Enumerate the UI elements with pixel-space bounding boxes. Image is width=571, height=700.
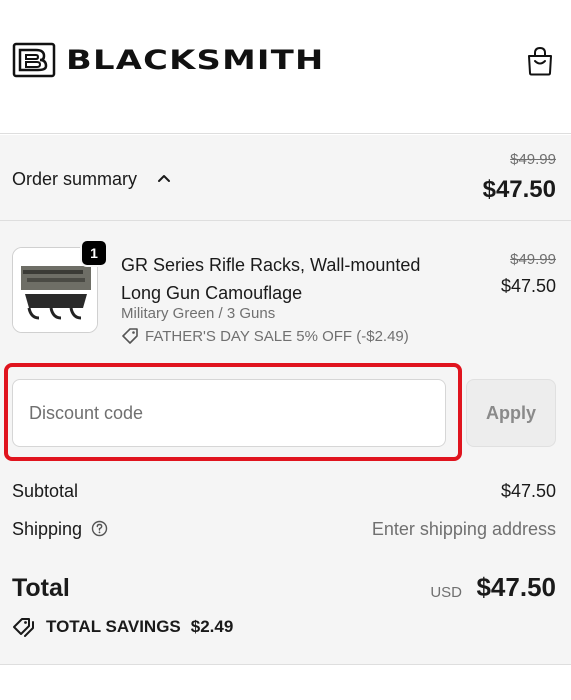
product-compare-at-price: $49.99 — [510, 251, 556, 268]
apply-discount-button[interactable]: Apply — [466, 379, 556, 447]
tags-icon — [13, 618, 34, 637]
brand-wordmark: BLACKSMITH — [66, 44, 325, 76]
product-variant: Military Green / 3 Guns — [121, 305, 276, 322]
order-summary-panel: Order summary $49.99 $47.50 1 GR Series … — [0, 135, 571, 665]
product-title: GR Series Rifle Racks, Wall-mounted Long… — [121, 255, 421, 303]
chevron-up-icon — [158, 175, 170, 182]
product-discount-label: FATHER'S DAY SALE 5% OFF (-$2.49) — [145, 327, 409, 345]
subtotal-value: $47.50 — [500, 481, 556, 501]
shipping-value: Enter shipping address — [371, 519, 556, 539]
product-price: $47.50 — [500, 276, 556, 296]
total-savings-amount: $2.49 — [190, 617, 234, 636]
discount-code-input[interactable] — [12, 379, 446, 447]
brand-logo[interactable]: BLACKSMITH — [12, 42, 323, 78]
site-header: BLACKSMITH — [0, 0, 571, 134]
order-summary-toggle[interactable]: Order summary $49.99 $47.50 — [0, 135, 571, 221]
total-label: Total — [12, 574, 70, 602]
summary-total-price: $47.50 — [482, 176, 556, 203]
order-summary-label: Order summary — [12, 169, 138, 189]
summary-compare-at-price: $49.99 — [510, 151, 556, 168]
total-savings: TOTAL SAVINGS $2.49 — [12, 617, 233, 637]
total-currency: USD — [430, 584, 462, 601]
shipping-row: Shipping Enter shipping address — [12, 519, 556, 540]
shopping-bag-icon[interactable] — [526, 46, 554, 76]
help-circle-icon[interactable] — [91, 520, 108, 537]
total-amount: $47.50 — [476, 572, 556, 602]
subtotal-row: Subtotal $47.50 — [12, 481, 556, 502]
bd-monogram-icon — [12, 42, 56, 78]
quantity-badge: 1 — [80, 239, 108, 267]
product-discount: FATHER'S DAY SALE 5% OFF (-$2.49) — [121, 327, 409, 345]
tag-icon — [122, 328, 138, 344]
total-row: Total USD $47.50 — [12, 572, 556, 606]
shipping-label: Shipping — [12, 519, 83, 539]
line-item: 1 GR Series Rifle Racks, Wall-mounted Lo… — [0, 239, 571, 353]
total-savings-label: TOTAL SAVINGS — [46, 617, 181, 636]
subtotal-label: Subtotal — [12, 481, 79, 501]
